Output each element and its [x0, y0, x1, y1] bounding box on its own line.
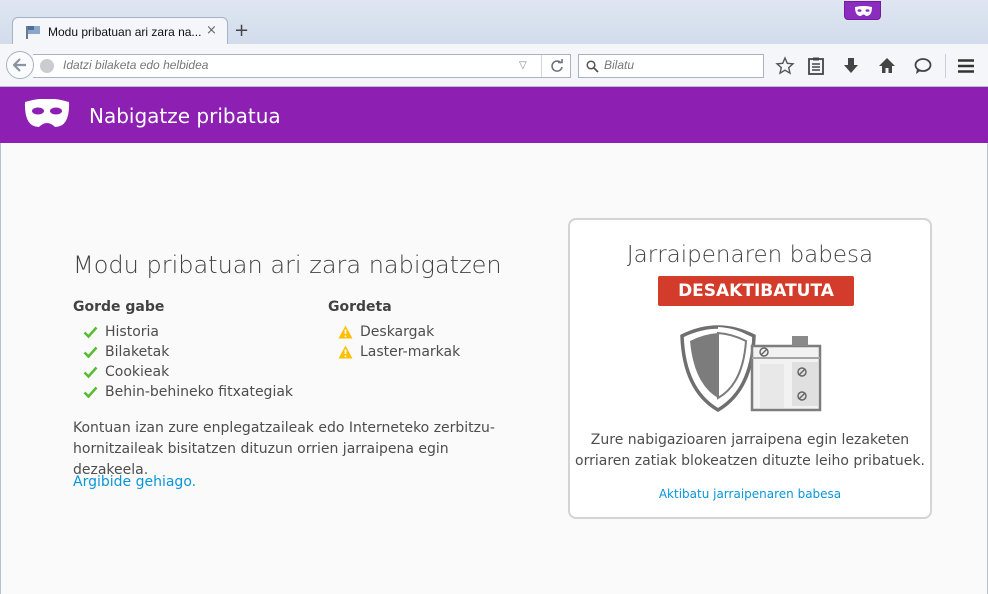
speech-bubble-icon[interactable] — [913, 56, 933, 76]
shield-tracking-illustration-icon — [680, 325, 822, 412]
list-item-label: Bilaketak — [105, 344, 170, 360]
reload-button[interactable] — [541, 55, 571, 77]
warning-icon — [338, 345, 353, 359]
list-item: Laster-markak — [328, 342, 460, 362]
download-arrow-icon[interactable] — [841, 56, 861, 76]
not-saved-heading: Gorde gabe — [73, 299, 165, 315]
status-badge: DESAKTIBATUTA — [658, 276, 854, 306]
tracking-note: Kontuan izan zure enplegatzaileak edo In… — [73, 418, 523, 481]
desc-line-2: orriaren zatiak blokeatzen dituzte leiho… — [575, 453, 925, 469]
saved-list: Deskargak Laster-markak — [328, 322, 460, 362]
home-icon[interactable] — [877, 56, 897, 76]
window-titlebar: Modu pribatuan ari zara na... × + — [0, 0, 988, 45]
back-arrow-icon — [13, 58, 26, 72]
note-line-2: hornitzaileak bisitatzen dituzun orrien … — [73, 441, 449, 478]
list-item: Deskargak — [328, 322, 460, 342]
tracking-protection-title: Jarraipenaren babesa — [626, 242, 874, 268]
note-line-1: Kontuan izan zure enplegatzaileak edo In… — [73, 420, 495, 436]
globe-icon — [40, 59, 54, 73]
list-item-label: Cookieak — [105, 364, 170, 380]
learn-more-link[interactable]: Argibide gehiago. — [73, 474, 196, 490]
page-heading: Nabigatze pribatua — [89, 104, 281, 128]
search-bar[interactable] — [578, 54, 764, 78]
new-tab-button[interactable]: + — [234, 20, 249, 41]
enable-tracking-protection-link[interactable]: Aktibatu jarraipenaren babesa — [570, 487, 930, 501]
private-browsing-header: Nabigatze pribatua — [0, 87, 988, 143]
list-item-label: Deskargak — [360, 324, 435, 340]
list-item-label: Laster-markak — [360, 344, 461, 360]
warning-icon — [338, 325, 353, 339]
tab-private-browsing[interactable]: Modu pribatuan ari zara na... × — [12, 17, 228, 45]
list-item-label: Behin-behineko fitxategiak — [105, 384, 294, 400]
tracking-description: Zure nabigazioaren jarraipena egin lezak… — [570, 430, 930, 472]
tab-close-button[interactable]: × — [206, 23, 217, 38]
back-button[interactable] — [6, 51, 34, 79]
tab-title: Modu pribatuan ari zara na... — [48, 25, 202, 39]
desc-line-1: Zure nabigazioaren jarraipena egin lezak… — [590, 432, 910, 448]
toolbar-separator — [945, 54, 946, 78]
list-item-label: Historia — [105, 324, 159, 340]
search-input[interactable] — [604, 58, 754, 72]
saved-heading: Gordeta — [328, 299, 392, 315]
hamburger-menu-icon[interactable] — [956, 56, 976, 76]
private-mask-icon — [855, 6, 872, 16]
history-dropmarker-button[interactable]: ▽ — [519, 60, 527, 71]
checkmark-icon — [83, 386, 98, 399]
star-icon[interactable] — [775, 56, 795, 76]
reload-icon — [551, 59, 563, 72]
magnifier-icon — [586, 60, 599, 73]
checkmark-icon — [83, 346, 98, 359]
navigation-toolbar: ▽ — [0, 44, 988, 87]
checkmark-icon — [83, 366, 98, 379]
page-content: Modu pribatuan ari zara nabigatzen Gorde… — [0, 143, 988, 594]
list-item: Cookieak — [73, 362, 293, 382]
private-mask-icon — [24, 99, 70, 127]
url-bar[interactable]: ▽ — [33, 54, 571, 78]
private-browsing-indicator — [844, 1, 881, 20]
tracking-protection-card: Jarraipenaren babesa DESAKTIBATUTA Zure … — [568, 218, 932, 519]
clipboard-icon[interactable] — [806, 56, 826, 76]
flag-favicon-icon — [26, 26, 40, 39]
checkmark-icon — [83, 326, 98, 339]
url-input[interactable] — [63, 58, 503, 72]
list-item: Historia — [73, 322, 293, 342]
not-saved-list: Historia Bilaketak Cookieak Behin-behine… — [73, 322, 293, 402]
list-item: Behin-behineko fitxategiak — [73, 382, 293, 402]
private-mode-title: Modu pribatuan ari zara nabigatzen — [73, 251, 502, 279]
list-item: Bilaketak — [73, 342, 293, 362]
